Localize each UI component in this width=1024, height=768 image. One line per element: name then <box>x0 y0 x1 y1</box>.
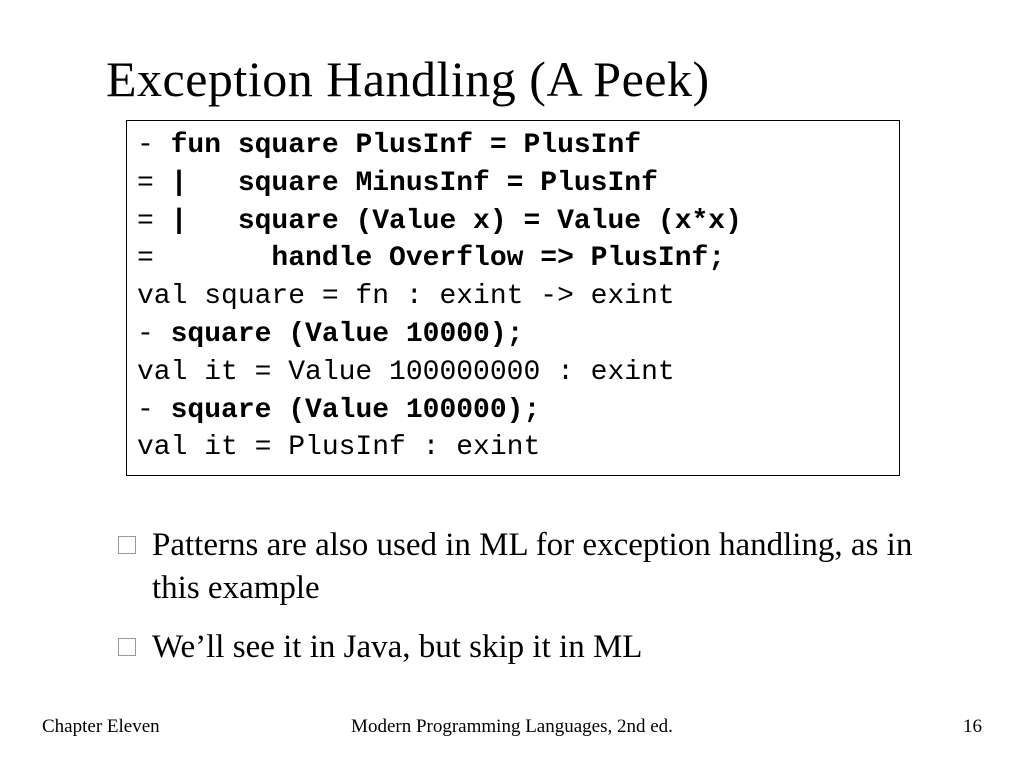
code-line-4-prompt: = <box>137 243 171 274</box>
list-item: Patterns are also used in ML for excepti… <box>118 524 918 610</box>
footer-right: 16 <box>963 716 982 738</box>
list-item: We’ll see it in Java, but skip it in ML <box>118 626 918 669</box>
code-block: - fun square PlusInf = PlusInf = | squar… <box>126 120 900 476</box>
code-line-8-input: square (Value 100000); <box>171 395 541 426</box>
code-line-3-prompt: = <box>137 206 171 237</box>
bullet-text: We’ll see it in Java, but skip it in ML <box>152 626 918 669</box>
code-line-2-input: | square MinusInf = PlusInf <box>171 168 658 199</box>
code-line-9-output: val it = PlusInf : exint <box>137 432 540 463</box>
code-line-2-prompt: = <box>137 168 171 199</box>
code-line-1-prompt: - <box>137 130 171 161</box>
slide-title: Exception Handling (A Peek) <box>106 50 710 108</box>
footer-center: Modern Programming Languages, 2nd ed. <box>0 716 1024 738</box>
bullet-marker-icon <box>118 638 136 656</box>
bullet-marker-icon <box>118 536 136 554</box>
code-line-8-prompt: - <box>137 395 171 426</box>
slide: Exception Handling (A Peek) - fun square… <box>0 0 1024 768</box>
code-line-6-input: square (Value 10000); <box>171 319 524 350</box>
bullet-text: Patterns are also used in ML for excepti… <box>152 524 918 610</box>
bullet-list: Patterns are also used in ML for excepti… <box>118 524 918 685</box>
slide-footer: Chapter Eleven Modern Programming Langua… <box>0 716 1024 740</box>
code-line-6-prompt: - <box>137 319 171 350</box>
code-line-4-input: handle Overflow => PlusInf; <box>171 243 726 274</box>
code-line-3-input: | square (Value x) = Value (x*x) <box>171 206 742 237</box>
code-line-7-output: val it = Value 100000000 : exint <box>137 357 675 388</box>
code-line-1-input: fun square PlusInf = PlusInf <box>171 130 641 161</box>
code-line-5-output: val square = fn : exint -> exint <box>137 281 675 312</box>
